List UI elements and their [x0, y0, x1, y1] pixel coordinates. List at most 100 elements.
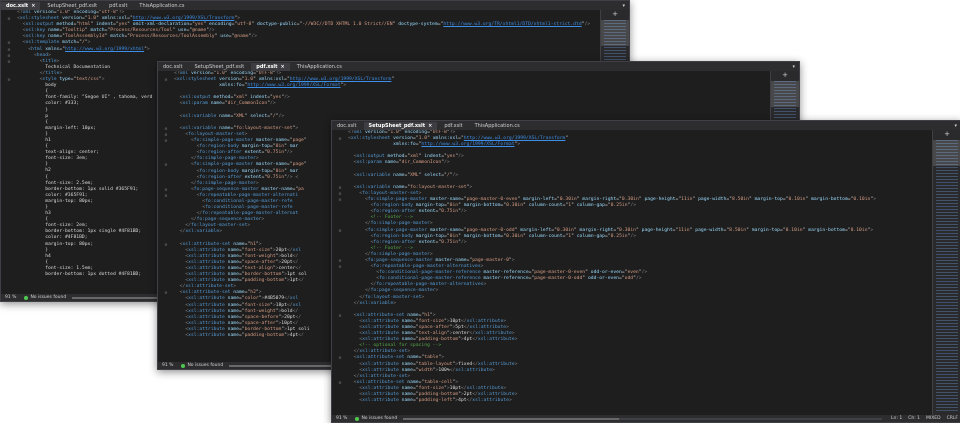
issues-status[interactable]: No issues found: [187, 363, 223, 368]
code-token: use: [220, 34, 229, 40]
fold-toggle-icon: [332, 398, 348, 404]
code-token: page-width: [695, 227, 724, 233]
code-token: xsl:param: [356, 160, 385, 166]
tab-doc-xslt[interactable]: doc.xslt ×: [1, 2, 41, 10]
code-token: dir_CommonIcon: [401, 160, 442, 166]
issues-status[interactable]: No issues found: [361, 416, 397, 421]
code-token: 0.25in: [610, 233, 628, 239]
status-ln: Ln: 1: [891, 416, 903, 421]
code-token: margin-top: [754, 197, 783, 203]
code-token: page-width: [698, 197, 727, 203]
close-tab-icon[interactable]: ×: [281, 64, 285, 70]
vertical-scrollbar-map[interactable]: +: [932, 130, 960, 415]
code-token: 0.25in: [610, 203, 628, 209]
code-token: column-gap: [576, 233, 605, 239]
tab-setupsheet-pdf-xslt[interactable]: SetupSheet_pdf.xslt: [190, 63, 250, 71]
code-token: name: [401, 398, 413, 404]
code-token: />: [284, 95, 290, 101]
tab-label: pdf.xslt: [109, 3, 128, 9]
tab-list-dropdown-icon[interactable]: ▾: [618, 2, 629, 10]
code-link[interactable]: http://www.w3.org/TR/xhtml1/DTD/xhtml1-s…: [443, 22, 581, 28]
tab-pdf-xslt[interactable]: pdf.xslt: [104, 2, 132, 10]
add-split-icon[interactable]: +: [771, 72, 799, 79]
code-token: >: [219, 229, 223, 235]
fold-toggle-icon: [1, 272, 17, 278]
code-token: xmlns:fo: [393, 142, 416, 148]
scroll-thumb[interactable]: [933, 140, 960, 166]
code-token: 8.50in: [729, 227, 747, 233]
code-token: />: [460, 239, 467, 245]
tab-doc-xslt[interactable]: doc.xslt: [158, 63, 188, 71]
tab-pdf-xslt[interactable]: pdf.xslt: [439, 122, 467, 130]
close-tab-icon[interactable]: ×: [31, 3, 35, 9]
scroll-thumb[interactable]: [601, 20, 629, 46]
status-eol[interactable]: CRLF: [944, 416, 960, 421]
code-token: 0.10in: [785, 227, 803, 233]
zoom-level[interactable]: 91 %: [1, 295, 20, 300]
code-token: xsl:attribute: [188, 333, 228, 339]
code-editor[interactable]: <? xml version =" 1.0 " encoding =" UTF-8 " ?> ⊟ <…: [332, 130, 932, 415]
tab-list-dropdown-icon[interactable]: ▾: [788, 63, 799, 71]
code-token: name: [393, 172, 405, 178]
code-token: page-height: [644, 197, 676, 203]
code-token: XML: [410, 172, 419, 178]
no-issues-check-icon: [355, 416, 360, 421]
horizontal-scrollbar[interactable]: [403, 417, 883, 420]
tab-thisapplication-cs[interactable]: ThisApplication.cs: [292, 63, 347, 71]
scroll-thumb[interactable]: [771, 81, 799, 107]
code-token: margin-bottom: [463, 203, 501, 209]
code-token: padding-bottom: [244, 278, 285, 284]
code-token: >: [101, 77, 105, 83]
code-token: 0.10in: [850, 227, 868, 233]
code-token: />: [458, 154, 464, 160]
tab-list-dropdown-icon[interactable]: ▾: [950, 122, 960, 130]
code-token: select: [424, 172, 442, 178]
add-split-icon[interactable]: +: [933, 131, 960, 138]
code-token: 11in: [681, 197, 693, 203]
code-token: 100%: [438, 367, 450, 373]
close-tab-icon[interactable]: ×: [428, 123, 432, 129]
code-token: 0.75in: [267, 150, 285, 156]
tab-label: ThisApplication.cs: [139, 3, 185, 9]
code-token: dir_CommonIcon: [227, 101, 268, 107]
add-split-icon[interactable]: +: [601, 11, 629, 18]
code-token: margin-top: [751, 227, 780, 233]
code-token: xsl:variable: [182, 113, 220, 119]
tab-thisapplication-cs[interactable]: ThisApplication.cs: [134, 2, 189, 10]
code-link[interactable]: http://www.w3.org/1999/XSL/Format: [247, 83, 340, 89]
code-token: -//W3C//DTD XHTML 1.0 Strict//EN: [302, 22, 393, 28]
code-token: >: [146, 46, 150, 52]
code-token: padding-bottom: [244, 333, 285, 339]
zoom-level[interactable]: 91 %: [332, 416, 351, 421]
tab-label: ThisApplication.cs: [296, 64, 342, 70]
status-ch: Ch: 1: [908, 416, 921, 421]
tab-thisapplication-cs[interactable]: ThisApplication.cs: [470, 122, 525, 130]
code-token: extent: [418, 239, 436, 245]
zoom-level[interactable]: 91 %: [158, 363, 177, 368]
tab-pdf-xslt[interactable]: pdf.xslt ×: [251, 63, 290, 71]
tab-setupsheet-pdf-xslt[interactable]: SetupSheet_pdf.xslt: [42, 2, 102, 10]
status-mode[interactable]: MIXED: [923, 416, 944, 421]
code-token: 4pt: [463, 337, 473, 343]
horizontal-scroll-thumb[interactable]: [403, 417, 619, 420]
code-token: >: [483, 282, 487, 288]
code-token: width: [418, 367, 433, 373]
tab-doc-xslt[interactable]: doc.xslt: [332, 122, 362, 130]
tab-label: doc.xslt: [6, 3, 29, 9]
code-token: >: [514, 337, 518, 343]
code-link[interactable]: http://www.w3.org/1999/xhtml: [65, 47, 144, 53]
code-token: 11in: [678, 227, 690, 233]
code-token: 1pt: [289, 278, 299, 284]
code-token: >: [343, 83, 347, 89]
code-token: master-reference: [483, 276, 529, 282]
issues-status[interactable]: No issues found: [30, 295, 66, 300]
code-token: xsl:variable: [359, 300, 394, 306]
no-issues-check-icon: [181, 363, 186, 368]
code-link[interactable]: http://www.w3.org/1999/XSL/Format: [421, 142, 514, 148]
tab-setupsheet-pdf-xslt[interactable]: SetupSheet_pdf.xslt ×: [363, 122, 438, 130]
code-token: column-count: [528, 203, 563, 209]
code-token: odd: [624, 276, 634, 282]
code-token: /> <: [286, 174, 299, 180]
